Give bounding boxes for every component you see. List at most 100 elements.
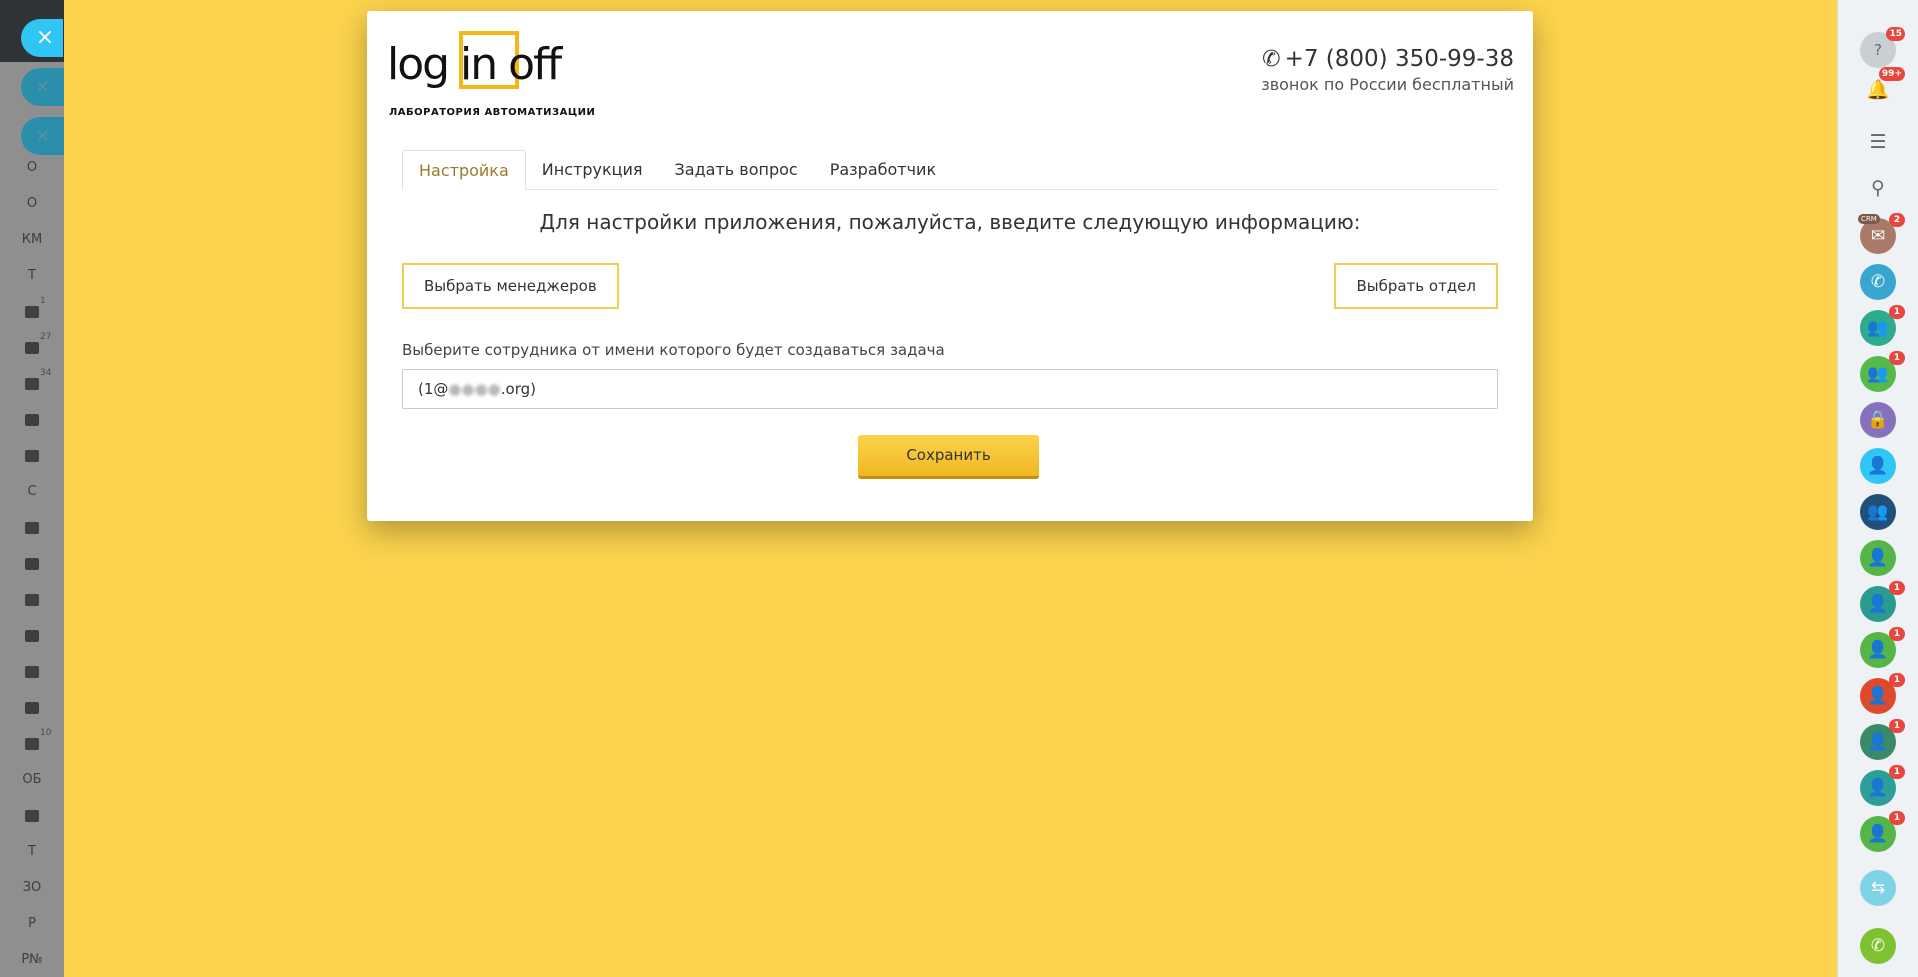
calendar-icon xyxy=(25,521,39,534)
counter-badge: 1 xyxy=(1889,765,1905,779)
counter-badge: 27 xyxy=(40,332,52,342)
group-chat-icon: 👥 xyxy=(1867,317,1889,338)
window-icon xyxy=(25,665,39,678)
close-icon: × xyxy=(35,25,55,50)
clock-icon xyxy=(25,557,39,570)
left-menu-item xyxy=(0,798,64,834)
user-button[interactable]: 👤 1 xyxy=(1860,765,1905,806)
left-menu-item xyxy=(0,654,64,690)
user-button[interactable]: 👤 1 xyxy=(1860,627,1905,668)
drive-icon xyxy=(25,449,39,462)
lock-button[interactable]: 🔒 xyxy=(1860,402,1896,438)
user-icon: 👤 xyxy=(1867,685,1889,706)
device-button[interactable]: ⇆ xyxy=(1860,870,1896,906)
tab-instructions[interactable]: Инструкция xyxy=(526,150,659,190)
save-button[interactable]: Сохранить xyxy=(858,435,1039,479)
counter-badge: 15 xyxy=(1886,27,1905,41)
help-button[interactable]: ? 15 xyxy=(1860,27,1905,68)
contact-card-icon xyxy=(25,701,39,714)
close-icon: × xyxy=(34,125,51,146)
user-button[interactable]: 👤 1 xyxy=(1860,581,1905,622)
left-menu-item: О xyxy=(26,160,38,175)
counter-badge: 1 xyxy=(1889,811,1905,825)
phone-row: ✆ +7 (800) 350-99-38 xyxy=(1261,45,1514,74)
left-menu-item xyxy=(0,510,64,546)
cart-icon xyxy=(25,737,39,750)
phone-note: звонок по России бесплатный xyxy=(1261,75,1514,94)
user-button[interactable]: 👤 xyxy=(1860,540,1896,576)
right-sidebar: ? 15 🔔 99+ ☰ ⚲ ✉ CRM 2 ✆ 👥 1 👥 1 🔒 👤 👥 👤 👤 1 👤 1 👤 1 👤 1 👤 1 👤 1 ⇆ ✆ xyxy=(1837,0,1918,977)
select-department-button[interactable]: Выбрать отдел xyxy=(1334,263,1498,309)
left-menu-item: Т xyxy=(28,268,36,283)
counter-badge: 1 xyxy=(1889,581,1905,595)
left-menu-item: 27 xyxy=(0,330,64,366)
user-button[interactable]: 👤 1 xyxy=(1860,673,1905,714)
employee-value-prefix: (1@ xyxy=(418,380,449,398)
counter-badge: 10 xyxy=(40,728,52,738)
call-button[interactable]: ✆ xyxy=(1860,264,1896,300)
counter-badge: 1 xyxy=(1889,673,1905,687)
notifications-icon: 🔔 xyxy=(1866,78,1890,101)
call-icon: ✆ xyxy=(1870,271,1886,292)
open-lines-button[interactable]: 👥 xyxy=(1860,494,1896,530)
notifications-button[interactable]: 🔔 99+ xyxy=(1860,67,1905,108)
document-icon xyxy=(25,809,39,822)
user-icon: 👤 xyxy=(1867,547,1889,568)
tab-settings[interactable]: Настройка xyxy=(402,150,526,190)
phone-icon: ✆ xyxy=(1262,47,1281,72)
user-icon: 👤 xyxy=(1867,639,1889,660)
phone-number[interactable]: +7 (800) 350-99-38 xyxy=(1285,46,1514,72)
chat-list-button[interactable]: ☰ xyxy=(1860,124,1896,160)
left-menu-item: 10 xyxy=(0,726,64,762)
counter-badge: 2 xyxy=(1889,213,1905,227)
crm-button[interactable]: ✉ CRM 2 xyxy=(1858,213,1905,254)
left-menu-item: О xyxy=(26,196,38,211)
tab-developer[interactable]: Разработчик xyxy=(814,150,952,190)
group-chat-button[interactable]: 👥 1 xyxy=(1860,305,1905,346)
user-clock-button[interactable]: 👤 xyxy=(1860,448,1896,484)
employee-value-masked: ●●●● xyxy=(448,380,501,398)
group-icon xyxy=(25,413,39,426)
left-menu-item: 1 xyxy=(0,294,64,330)
left-menu-item: КМ xyxy=(21,232,43,247)
close-slider-button[interactable]: × xyxy=(21,19,63,57)
logo-subtitle: ЛАБОРАТОРИЯ АВТОМАТИЗАЦИИ xyxy=(389,107,596,118)
left-menu-item xyxy=(0,618,64,654)
employee-value-suffix: .org) xyxy=(500,380,536,398)
user-button[interactable]: 👤 1 xyxy=(1860,811,1905,852)
close-icon: × xyxy=(34,76,51,97)
settings-heading: Для настройки приложения, пожалуйста, вв… xyxy=(539,210,1361,234)
search-button[interactable]: ⚲ xyxy=(1860,170,1896,206)
tasks-icon xyxy=(25,341,39,354)
employee-select-field[interactable]: (1@●●●●.org) xyxy=(402,369,1498,409)
robot-icon xyxy=(25,629,39,642)
counter-badge: 1 xyxy=(1889,719,1905,733)
select-managers-button[interactable]: Выбрать менеджеров xyxy=(402,263,619,309)
user-button[interactable]: 👤 1 xyxy=(1860,719,1905,760)
feed-icon xyxy=(25,305,39,318)
lock-icon: 🔒 xyxy=(1867,409,1889,430)
left-menu: О О КМ Т 1 27 34 С 10 ОБ Т ЗО Р Р№ xyxy=(0,150,64,977)
group-chat-icon: 👥 xyxy=(1867,363,1889,384)
employee-field-label: Выберите сотрудника от имени которого бу… xyxy=(402,341,945,359)
phone-button[interactable]: ✆ xyxy=(1860,928,1896,964)
left-menu-item xyxy=(0,582,64,618)
left-menu-item: Т xyxy=(28,844,36,859)
app-settings-modal: log in off ЛАБОРАТОРИЯ АВТОМАТИЗАЦИИ ✆ +7… xyxy=(367,11,1533,521)
chat-icon xyxy=(25,377,39,390)
left-menu-item xyxy=(0,438,64,474)
user-icon: 👤 xyxy=(1867,731,1889,752)
counter-badge: 1 xyxy=(1889,627,1905,641)
search-icon: ⚲ xyxy=(1871,176,1885,199)
counter-badge: 1 xyxy=(1889,351,1905,365)
left-menu-item: 34 xyxy=(0,366,64,402)
tab-ask-question[interactable]: Задать вопрос xyxy=(659,150,814,190)
counter-badge: 1 xyxy=(40,296,46,306)
left-menu-item: ЗО xyxy=(22,880,42,895)
crm-icon: ✉ xyxy=(1870,225,1886,246)
user-icon: 👤 xyxy=(1867,593,1889,614)
left-menu-item: ОБ xyxy=(22,772,42,787)
user-clock-icon: 👤 xyxy=(1867,455,1889,476)
mail-icon xyxy=(25,593,39,606)
group-chat-button[interactable]: 👥 1 xyxy=(1860,351,1905,392)
